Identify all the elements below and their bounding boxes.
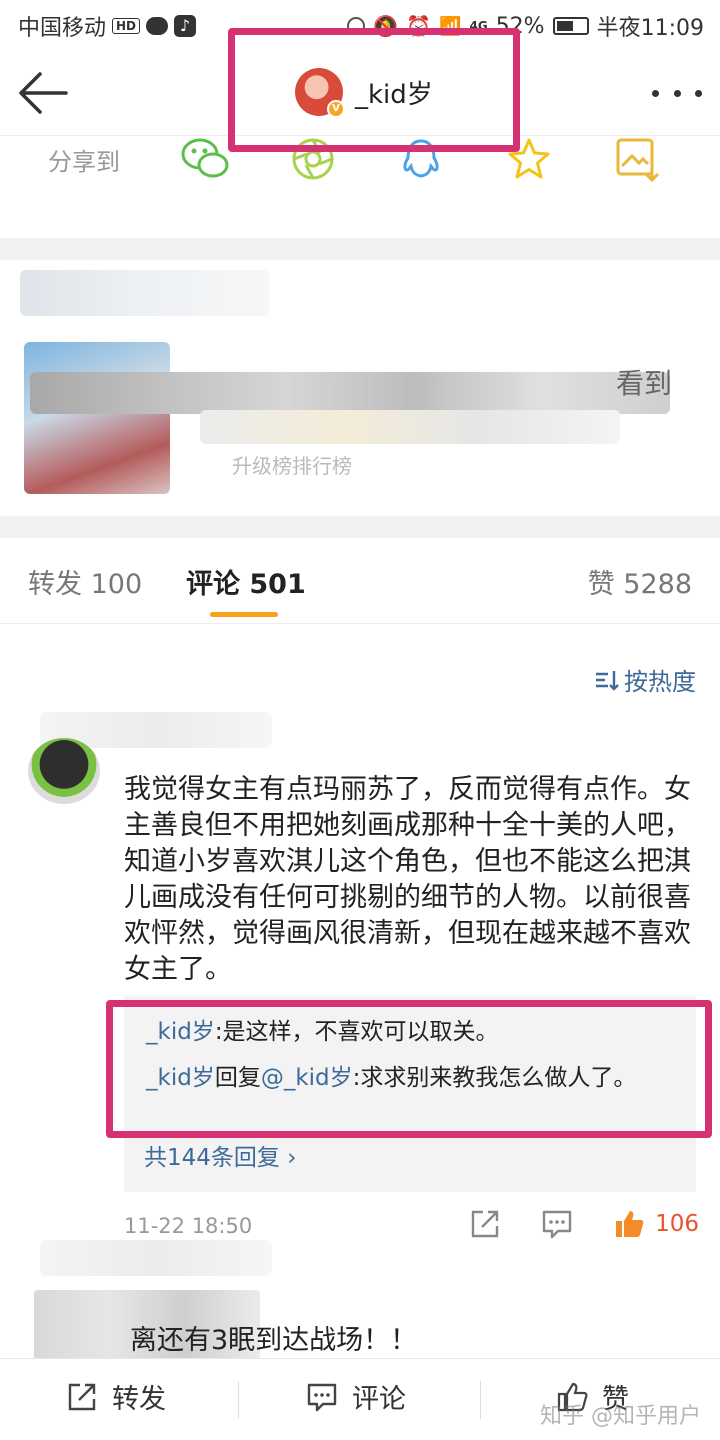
tab-repost[interactable]: 转发 100 — [28, 562, 142, 601]
blurred-commenter-name — [40, 1240, 272, 1276]
divider — [480, 1381, 481, 1419]
section-divider — [0, 238, 720, 260]
section-divider — [0, 516, 720, 538]
message-bubble-icon — [146, 17, 169, 35]
back-button[interactable] — [16, 70, 68, 116]
blurred-username — [20, 270, 270, 316]
comment-button[interactable]: 评论 — [306, 1377, 406, 1416]
comment-label: 评论 — [352, 1384, 406, 1415]
highlight-box — [106, 1000, 712, 1138]
save-image-icon[interactable] — [612, 136, 662, 182]
more-menu-button[interactable] — [652, 78, 702, 108]
like-count: 106 — [655, 1211, 699, 1237]
comment-icon — [307, 1383, 337, 1411]
comment-time: 11-22 18:50 — [124, 1214, 253, 1238]
repost-fragment: 看到 — [615, 367, 672, 400]
clock: 半夜11:09 — [596, 16, 704, 41]
comment-icon[interactable] — [541, 1208, 573, 1240]
thumbs-up-icon — [616, 1211, 644, 1237]
view-all-replies-link[interactable]: 共144条回复 › — [144, 1138, 296, 1172]
repost-icon — [68, 1383, 96, 1410]
blurred-thumbnail — [24, 342, 170, 494]
blurred-text — [200, 410, 620, 444]
sort-icon — [596, 670, 619, 691]
watermark: 知乎 @知乎用户 — [540, 1404, 701, 1429]
repost-fragment-bottom: 升级榜排行榜 — [232, 454, 352, 478]
wechat-icon[interactable] — [180, 136, 230, 182]
comment-text: 我觉得女主有点玛丽苏了，反而觉得有点作。女主善良但不用把她刻画成那种十全十美的人… — [124, 774, 691, 985]
hd-badge: HD — [112, 18, 141, 34]
dot-icon — [695, 89, 702, 97]
back-arrow-icon — [19, 72, 68, 114]
divider — [238, 1381, 239, 1419]
active-tab-indicator — [210, 612, 278, 617]
avatar[interactable] — [28, 738, 100, 804]
blurred-text — [30, 372, 670, 414]
highlight-box — [228, 28, 520, 152]
dot-icon — [652, 89, 659, 97]
repost-label: 转发 — [112, 1384, 166, 1415]
next-comment-text: 离还有3眠到达战场！！ — [130, 1325, 418, 1356]
carrier-label: 中国移动 — [18, 16, 107, 41]
repost-preview[interactable] — [0, 260, 720, 516]
repost-button[interactable]: 转发 — [66, 1377, 166, 1416]
dot-icon — [673, 89, 681, 97]
repost-icon[interactable] — [469, 1208, 501, 1240]
tiktok-icon: ♪ — [174, 15, 197, 37]
interaction-tabs: 转发 100 评论 501 赞 5288 — [0, 538, 720, 624]
sort-label: 按热度 — [624, 668, 696, 696]
comment-actions: 106 — [469, 1208, 699, 1240]
sort-by-hot-button[interactable]: 按热度 — [594, 662, 696, 697]
status-left: 中国移动 HD ♪ — [18, 10, 197, 42]
tab-like[interactable]: 赞 5288 — [588, 562, 692, 601]
tab-comment[interactable]: 评论 501 — [186, 562, 306, 601]
share-label: 分享到 — [48, 148, 120, 176]
like-button[interactable]: 106 — [613, 1208, 699, 1240]
battery-icon — [552, 17, 589, 35]
